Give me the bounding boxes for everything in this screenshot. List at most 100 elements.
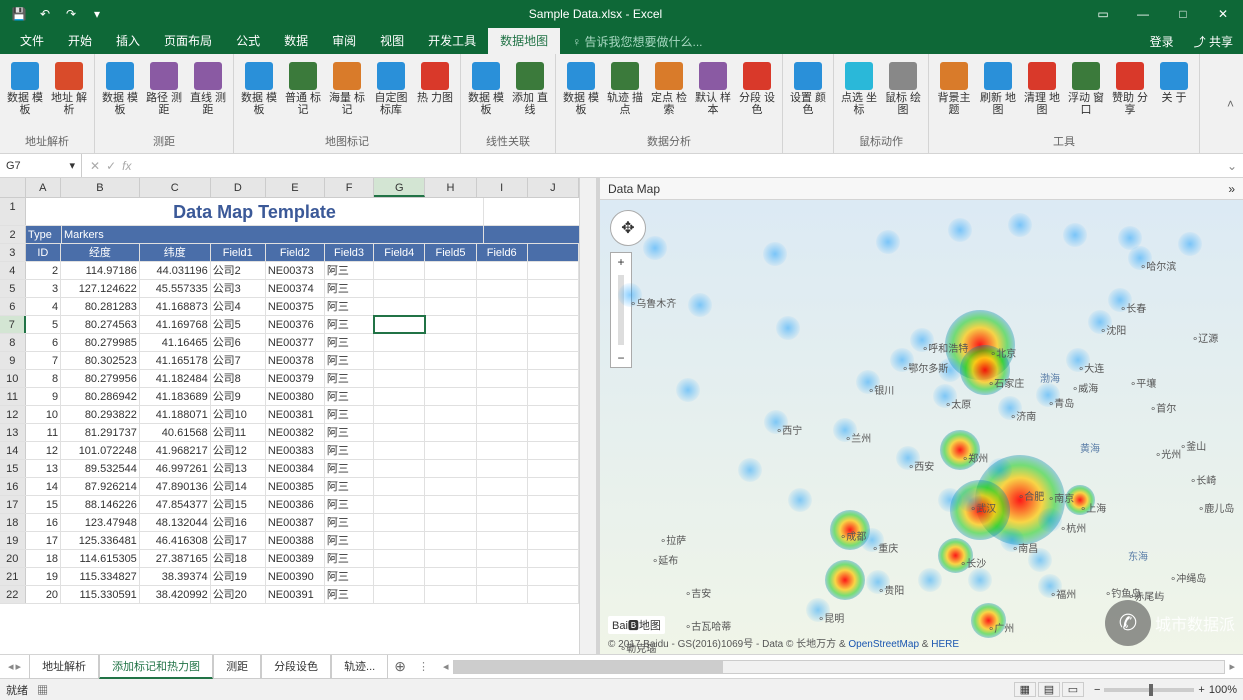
name-box-dropdown-icon[interactable]: ▾ bbox=[69, 159, 75, 172]
ribbon-btn[interactable]: 路径 测距 bbox=[143, 60, 185, 118]
ribbon-tab-5[interactable]: 数据 bbox=[272, 28, 320, 54]
cell[interactable]: 89.532544 bbox=[61, 460, 140, 477]
cell[interactable] bbox=[528, 352, 579, 369]
cell[interactable] bbox=[374, 280, 425, 297]
cell[interactable] bbox=[528, 262, 579, 279]
cell[interactable]: Field1 bbox=[211, 244, 266, 261]
row-header[interactable]: 9 bbox=[0, 352, 26, 369]
cell[interactable] bbox=[425, 316, 476, 333]
ribbon-tab-4[interactable]: 公式 bbox=[224, 28, 272, 54]
cell[interactable] bbox=[425, 424, 476, 441]
cell[interactable]: 阿三 bbox=[325, 424, 374, 441]
ribbon-btn[interactable]: 数据 模板 bbox=[99, 60, 141, 118]
cell[interactable] bbox=[374, 496, 425, 513]
formula-input[interactable] bbox=[139, 160, 1220, 172]
col-header-I[interactable]: I bbox=[477, 178, 528, 197]
cell[interactable]: 80.293822 bbox=[61, 406, 140, 423]
col-header-G[interactable]: G bbox=[374, 178, 425, 197]
cell[interactable]: 41.16465 bbox=[140, 334, 211, 351]
cell[interactable] bbox=[477, 352, 528, 369]
cell[interactable] bbox=[425, 586, 476, 603]
cell[interactable] bbox=[374, 352, 425, 369]
cell[interactable]: 公司14 bbox=[211, 478, 266, 495]
row-header[interactable]: 12 bbox=[0, 406, 26, 423]
cell[interactable] bbox=[425, 460, 476, 477]
cell[interactable]: 公司12 bbox=[211, 442, 266, 459]
cell[interactable]: NE00378 bbox=[266, 352, 325, 369]
cell[interactable]: NE00389 bbox=[266, 550, 325, 567]
ribbon-tab-2[interactable]: 插入 bbox=[104, 28, 152, 54]
ribbon-btn[interactable]: 轨迹 描点 bbox=[604, 60, 646, 118]
cell[interactable]: 41.168873 bbox=[140, 298, 211, 315]
cell[interactable]: NE00390 bbox=[266, 568, 325, 585]
zoom-slider[interactable] bbox=[1104, 688, 1194, 692]
name-box[interactable]: G7 ▾ bbox=[0, 154, 82, 177]
cell[interactable]: 阿三 bbox=[325, 334, 374, 351]
cell[interactable] bbox=[374, 532, 425, 549]
row-header[interactable]: 11 bbox=[0, 388, 26, 405]
row-header[interactable]: 16 bbox=[0, 478, 26, 495]
cell[interactable]: NE00380 bbox=[266, 388, 325, 405]
cell[interactable]: NE00374 bbox=[266, 280, 325, 297]
cell[interactable]: 13 bbox=[26, 460, 61, 477]
cell[interactable]: 公司13 bbox=[211, 460, 266, 477]
ribbon-btn[interactable]: 分段 设色 bbox=[736, 60, 778, 118]
cell[interactable]: 经度 bbox=[61, 244, 140, 261]
cell[interactable] bbox=[374, 424, 425, 441]
cell[interactable] bbox=[477, 550, 528, 567]
cell[interactable]: 38.39374 bbox=[140, 568, 211, 585]
sheet-tab[interactable]: 测距 bbox=[213, 655, 261, 679]
cell[interactable] bbox=[374, 406, 425, 423]
cell[interactable] bbox=[477, 424, 528, 441]
zoom-out-button[interactable]: − bbox=[1094, 684, 1100, 696]
select-all-corner[interactable] bbox=[0, 178, 26, 197]
cell[interactable]: 阿三 bbox=[325, 406, 374, 423]
cell[interactable]: 公司5 bbox=[211, 316, 266, 333]
cell[interactable]: NE00382 bbox=[266, 424, 325, 441]
row-header[interactable]: 20 bbox=[0, 550, 26, 567]
cell[interactable]: 80.281283 bbox=[61, 298, 140, 315]
cell[interactable]: 20 bbox=[26, 586, 61, 603]
cell[interactable] bbox=[374, 334, 425, 351]
ribbon-tab-0[interactable]: 文件 bbox=[8, 28, 56, 54]
here-link[interactable]: HERE bbox=[931, 639, 959, 650]
cell[interactable] bbox=[477, 442, 528, 459]
cell[interactable]: 6 bbox=[26, 334, 61, 351]
cell[interactable]: 80.286942 bbox=[61, 388, 140, 405]
cell[interactable]: 15 bbox=[26, 496, 61, 513]
cell[interactable] bbox=[477, 532, 528, 549]
ribbon-btn[interactable]: 自定图 标库 bbox=[370, 60, 412, 118]
cell[interactable]: 阿三 bbox=[325, 532, 374, 549]
cell[interactable]: 9 bbox=[26, 388, 61, 405]
ribbon-btn[interactable]: 赞助 分享 bbox=[1109, 60, 1151, 118]
col-header-D[interactable]: D bbox=[211, 178, 266, 197]
cell[interactable]: 阿三 bbox=[325, 262, 374, 279]
sheet-tab[interactable]: 分段设色 bbox=[261, 655, 331, 679]
sheet-tab[interactable]: 地址解析 bbox=[29, 655, 99, 679]
cell[interactable] bbox=[528, 460, 579, 477]
sheet-prev-button[interactable]: ◂ bbox=[8, 660, 14, 673]
cell[interactable]: 14 bbox=[26, 478, 61, 495]
cell[interactable] bbox=[477, 460, 528, 477]
cell[interactable] bbox=[528, 280, 579, 297]
page-break-button[interactable]: ▭ bbox=[1062, 682, 1084, 697]
cell[interactable] bbox=[374, 262, 425, 279]
cell[interactable] bbox=[528, 388, 579, 405]
cell[interactable]: 5 bbox=[26, 316, 61, 333]
row-header[interactable]: 4 bbox=[0, 262, 26, 279]
fx-button[interactable]: fx bbox=[122, 159, 131, 173]
cell[interactable] bbox=[477, 496, 528, 513]
cell[interactable] bbox=[425, 352, 476, 369]
login-button[interactable]: 登录 bbox=[1140, 29, 1184, 54]
accept-formula-button[interactable]: ✓ bbox=[106, 159, 116, 173]
cell[interactable] bbox=[477, 262, 528, 279]
cancel-formula-button[interactable]: ✕ bbox=[90, 159, 100, 173]
cell[interactable]: Field4 bbox=[374, 244, 425, 261]
cell[interactable] bbox=[425, 514, 476, 531]
row-header[interactable]: 10 bbox=[0, 370, 26, 387]
cell[interactable] bbox=[374, 460, 425, 477]
ribbon-tab-3[interactable]: 页面布局 bbox=[152, 28, 224, 54]
minimize-button[interactable]: — bbox=[1123, 0, 1163, 28]
cell[interactable]: 17 bbox=[26, 532, 61, 549]
cell[interactable]: 公司9 bbox=[211, 388, 266, 405]
